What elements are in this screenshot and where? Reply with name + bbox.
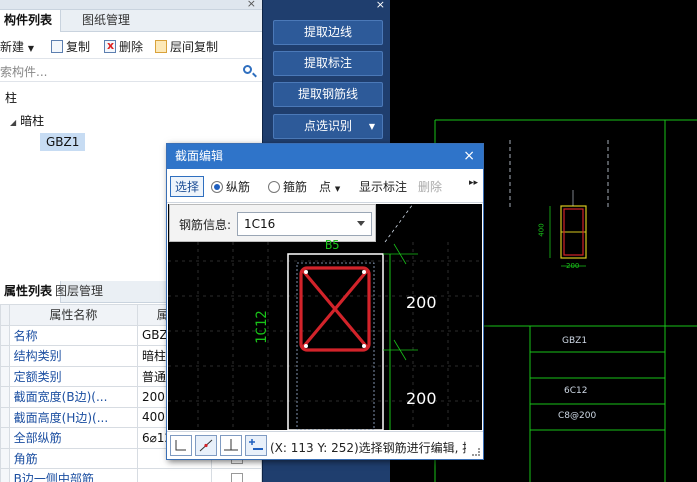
- property-name: B边一侧中部筋: [8, 468, 139, 482]
- point-label: 点: [319, 180, 332, 194]
- rebar-info-label: 钢筋信息:: [179, 218, 232, 232]
- chevron-down-icon[interactable]: ▼: [369, 115, 375, 138]
- recognition-panel-header: ×: [263, 0, 391, 12]
- row-number: [0, 386, 10, 408]
- chevron-down-icon: [357, 221, 365, 226]
- tree-node-label: 柱: [5, 91, 18, 105]
- search-icon[interactable]: [243, 65, 252, 74]
- radio-unchecked-icon: [268, 181, 280, 193]
- property-value[interactable]: [136, 468, 213, 482]
- tree-node-gbz1[interactable]: GBZ1: [40, 133, 86, 151]
- row-number: [0, 345, 10, 367]
- delete-icon: [104, 38, 116, 54]
- floor-copy-button[interactable]: 层间复制: [155, 39, 218, 55]
- tree-node-column[interactable]: 柱: [5, 89, 17, 106]
- collapse-arrow-icon[interactable]: ◢: [10, 118, 16, 127]
- chevron-down-icon: ▼: [334, 185, 341, 193]
- row-number: [0, 427, 10, 449]
- snap-ortho-icon[interactable]: [170, 435, 192, 456]
- tree-node-label: 暗柱: [20, 114, 45, 128]
- snap-dim-icon[interactable]: [245, 435, 267, 456]
- floor-copy-label: 层间复制: [170, 40, 219, 54]
- select-button[interactable]: 选择: [170, 176, 205, 197]
- extract-annotation-button[interactable]: 提取标注: [273, 51, 383, 76]
- property-name: 截面宽度(B边)(...: [8, 386, 139, 408]
- tab-component-list[interactable]: 构件列表: [0, 10, 62, 32]
- dialog-status-bar: (X: 113 Y: 252)选择钢筋进行编辑, 按: [167, 431, 483, 459]
- longitudinal-label: 纵筋: [226, 180, 251, 194]
- row-number: [0, 406, 10, 428]
- panel-header: ×: [0, 0, 262, 10]
- app-window: × 构件列表 图纸管理 新建 ▼ 复制 删除 层间复制 索构件... 柱 ◢ 暗柱…: [0, 0, 697, 482]
- delete-label: 删除: [119, 40, 144, 54]
- section-dim-2: 200: [406, 389, 437, 408]
- rebar-info-value: 1C16: [244, 217, 276, 231]
- delete-button[interactable]: 删除: [104, 38, 144, 55]
- show-dims-button[interactable]: 显示标注: [359, 178, 407, 195]
- snap-perp-icon[interactable]: [220, 435, 242, 456]
- resize-grip-icon[interactable]: [472, 448, 480, 456]
- search-input[interactable]: 索构件...: [0, 63, 47, 80]
- copy-label: 复制: [66, 40, 91, 54]
- section-top-label: B5: [325, 238, 340, 252]
- property-name: 定额类别: [8, 365, 139, 387]
- point-dropdown[interactable]: 点 ▼: [319, 178, 340, 195]
- detail-dim-height: 400: [537, 223, 546, 237]
- dialog-title-bar[interactable]: 截面编辑 ×: [167, 144, 483, 169]
- close-icon[interactable]: ×: [376, 0, 385, 11]
- point-recognize-label: 点选识别: [303, 119, 352, 133]
- extract-edge-button[interactable]: 提取边线: [273, 20, 383, 45]
- new-button[interactable]: 新建 ▼: [0, 39, 34, 55]
- point-recognize-button[interactable]: 点选识别 ▼: [273, 114, 383, 139]
- chevron-down-icon: ▼: [27, 44, 34, 53]
- attach-checkbox[interactable]: [230, 472, 243, 482]
- close-icon[interactable]: ×: [463, 144, 475, 168]
- component-tabs: 构件列表 图纸管理: [0, 10, 262, 32]
- dialog-title: 截面编辑: [175, 149, 224, 163]
- radio-checked-icon: [211, 181, 223, 193]
- row-number: [0, 365, 10, 387]
- copy-icon: [51, 40, 63, 53]
- new-label: 新建: [0, 40, 25, 54]
- section-dim-1: 200: [406, 293, 437, 312]
- longitudinal-radio[interactable]: 纵筋: [211, 178, 250, 195]
- property-name: 全部纵筋: [8, 427, 139, 449]
- more-tools-icon[interactable]: ▸▸: [469, 178, 478, 188]
- detail-dim-width: 200: [566, 262, 580, 270]
- component-toolbar: 新建 ▼ 复制 删除 层间复制: [0, 35, 262, 59]
- property-name: 名称: [8, 324, 139, 346]
- rebar-info-select[interactable]: 1C16: [237, 212, 372, 236]
- cad-label-name: GBZ1: [562, 336, 588, 346]
- tab-drawing-manage[interactable]: 图纸管理: [74, 10, 138, 32]
- section-edit-dialog: 截面编辑 × 选择 纵筋 箍筋 点 ▼ 显示标注 删除 ▸▸ 钢筋信息: 1C1…: [166, 143, 484, 460]
- section-side-label: 1C12: [254, 310, 270, 344]
- stirrup-label: 箍筋: [283, 180, 308, 194]
- cad-label-stirrup: C8@200: [558, 411, 597, 421]
- rebar-info-box: 钢筋信息: 1C16: [169, 204, 376, 242]
- tab-layer-manage[interactable]: 图层管理: [47, 281, 111, 303]
- cad-label-rebar: 6C12: [564, 386, 588, 396]
- extract-rebar-line-button[interactable]: 提取钢筋线: [273, 82, 383, 107]
- row-number-header: [0, 304, 10, 326]
- copy-button[interactable]: 复制: [51, 39, 90, 55]
- delete-button[interactable]: 删除: [418, 178, 442, 195]
- property-name: 角筋: [8, 447, 139, 469]
- tree-node-hidden-column[interactable]: ◢ 暗柱: [10, 112, 44, 129]
- row-number: [0, 468, 10, 482]
- floor-copy-icon: [155, 40, 167, 53]
- dialog-toolbar: 选择 纵筋 箍筋 点 ▼ 显示标注 删除 ▸▸: [167, 169, 483, 203]
- stirrup-radio[interactable]: 箍筋: [268, 178, 307, 195]
- table-row[interactable]: B边一侧中部筋: [0, 468, 262, 482]
- status-coordinates: (X: 113 Y: 252)选择钢筋进行编辑, 按: [270, 441, 466, 455]
- search-bar: 索构件...: [0, 60, 262, 82]
- property-check-cell: [211, 468, 262, 482]
- section-canvas[interactable]: 钢筋信息: 1C16 B5 1C12 200 200: [168, 204, 482, 430]
- row-number: [0, 447, 10, 469]
- property-name: 结构类别: [8, 345, 139, 367]
- property-name: 截面高度(H边)(...: [8, 406, 139, 428]
- property-name-header: 属性名称: [8, 304, 139, 326]
- snap-line-icon[interactable]: [195, 435, 217, 456]
- row-number: [0, 324, 10, 346]
- close-icon[interactable]: ×: [247, 0, 256, 10]
